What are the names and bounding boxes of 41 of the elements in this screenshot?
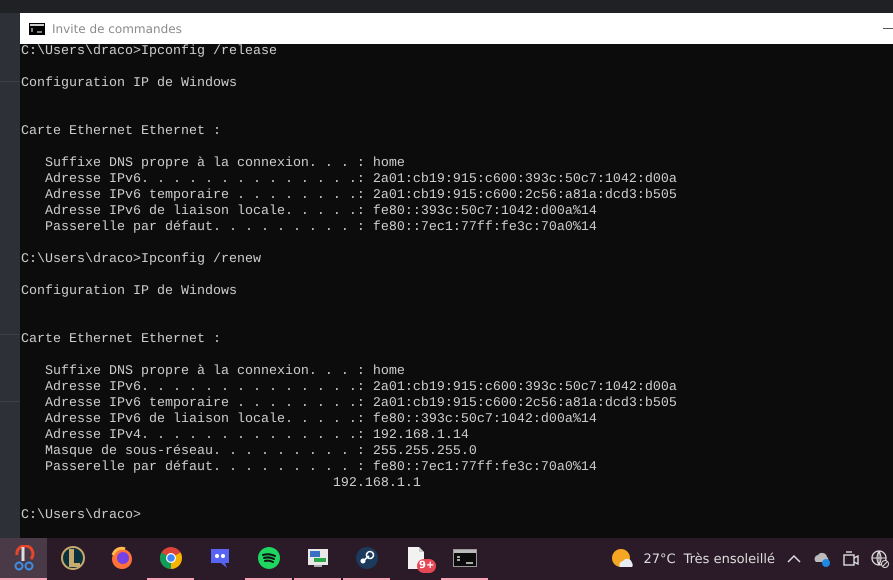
circle-emblem-icon: [60, 545, 84, 571]
console-line: Adresse IPv6 temporaire . . . . . . . .: 2a01:cb19:915:c600:2c56:a81a:dcd3:b505: [44, 188, 677, 204]
notification-badge: 9+: [417, 559, 436, 573]
console-line: Passerelle par défaut. . . . . . . . . : fe80::7ec1:77ff:fe3c:70a0%14: [44, 460, 597, 476]
weather-condition[interactable]: Très ensoleillé: [684, 552, 775, 566]
window-title: Invite de commandes: [52, 22, 182, 36]
terminal-icon: [452, 549, 476, 567]
console-line: Adresse IPv4. . . . . . . . . . . . . .: 192.168.1.14: [44, 428, 469, 444]
music-waves-icon: [256, 546, 280, 570]
console-line: Adresse IPv6. . . . . . . . . . . . . .: 2a01:cb19:915:c600:393c:50c7:1042:d00a: [44, 380, 677, 396]
console-line: Configuration IP de Windows: [21, 76, 237, 92]
camera-icon[interactable]: [843, 550, 859, 568]
steam-icon: [354, 546, 378, 570]
taskbar-app-button[interactable]: 9+: [392, 538, 439, 580]
chevron-up-icon[interactable]: [787, 554, 801, 564]
sun-cloud-icon[interactable]: [611, 548, 636, 570]
chrome-icon: [158, 546, 182, 570]
fox-globe-icon: [110, 546, 134, 570]
console-line: Carte Ethernet Ethernet :: [21, 332, 221, 348]
console-line: Carte Ethernet Ethernet :: [21, 124, 221, 140]
taskbar-app-button[interactable]: [0, 538, 47, 580]
console-line: Adresse IPv6 de liaison locale. . . . .: fe80::393c:50c7:1042:d00a%14: [44, 412, 597, 428]
network-monitor-icon: [306, 546, 330, 570]
cloud-sync-icon[interactable]: [813, 551, 831, 567]
scissors-icon: [12, 545, 34, 571]
console-line: Adresse IPv6. . . . . . . . . . . . . .: 2a01:cb19:915:c600:393c:50c7:1042:d00a: [44, 172, 677, 188]
console-line: Suffixe DNS propre à la connexion. . . : home: [44, 156, 405, 172]
minimize-icon[interactable]: [883, 28, 893, 30]
console-line: C:\Users\draco>Ipconfig /renew: [21, 252, 261, 268]
console-line: 192.168.1.1: [332, 476, 421, 492]
console-line: C:\Users\draco>: [21, 508, 141, 524]
console-line: Configuration IP de Windows: [21, 284, 237, 300]
console-line: Masque de sous-réseau. . . . . . . . . : 255.255.255.0: [44, 444, 477, 460]
console-line: Adresse IPv6 de liaison locale. . . . .: fe80::393c:50c7:1042:d00a%14: [44, 204, 597, 220]
globe-network-icon[interactable]: [871, 550, 889, 568]
terminal-icon: [29, 22, 45, 34]
console-line: Suffixe DNS propre à la connexion. . . : home: [44, 364, 405, 380]
console-line: Adresse IPv6 temporaire . . . . . . . .: 2a01:cb19:915:c600:2c56:a81a:dcd3:b505: [44, 396, 677, 412]
console-line: C:\Users\draco>Ipconfig /release: [21, 44, 277, 60]
console-line: Passerelle par défaut. . . . . . . . . : fe80::7ec1:77ff:fe3c:70a0%14: [44, 220, 597, 236]
temperature[interactable]: 27°C: [643, 552, 676, 566]
